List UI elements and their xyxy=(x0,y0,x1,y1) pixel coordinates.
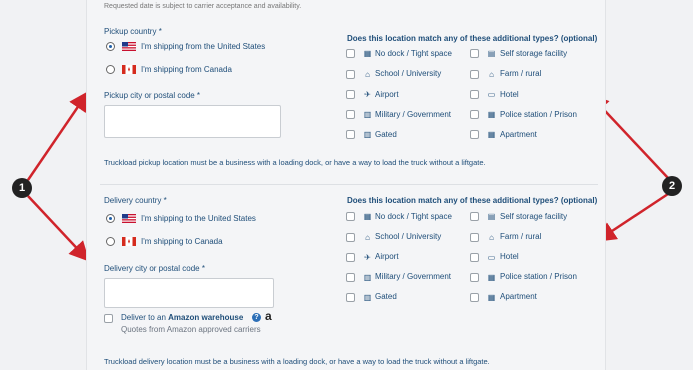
arrow-2-delivery xyxy=(595,192,669,242)
storage-icon: ▤ xyxy=(487,212,496,221)
delivery-ca-radio[interactable] xyxy=(106,237,115,246)
pickup-type-checkbox[interactable] xyxy=(470,130,479,139)
pickup-type-checkbox[interactable] xyxy=(346,130,355,139)
pickup-city-label: Pickup city or postal code * xyxy=(104,91,201,100)
pickup-type-label: School / University xyxy=(375,69,442,78)
government-icon: ▥ xyxy=(363,273,372,282)
arrow-1-pickup xyxy=(26,90,89,181)
amazon-prefix: Deliver to an xyxy=(121,313,166,322)
pickup-ca-radio[interactable] xyxy=(106,65,115,74)
section-divider xyxy=(100,184,598,185)
pickup-type-label: Farm / rural xyxy=(500,69,542,78)
canada-flag-icon xyxy=(122,65,136,74)
delivery-type-label: No dock / Tight space xyxy=(375,212,452,221)
pickup-type-label: Military / Government xyxy=(375,110,452,119)
graduation-cap-icon: ⌂ xyxy=(365,70,370,79)
pickup-type-checkbox[interactable] xyxy=(470,90,479,99)
notice-text: Requested date is subject to carrier acc… xyxy=(104,3,302,10)
farm-icon: ⌂ xyxy=(489,70,494,79)
arrow-1-delivery xyxy=(27,195,90,262)
callout-1-badge: 1 xyxy=(12,178,32,198)
building-icon: ▦ xyxy=(363,212,372,221)
airplane-icon: ✈ xyxy=(364,253,371,262)
delivery-city-label: Delivery city or postal code * xyxy=(104,264,205,273)
pickup-us-radio[interactable] xyxy=(106,42,115,51)
us-flag-icon xyxy=(122,42,136,51)
delivery-type-checkbox[interactable] xyxy=(470,253,479,262)
gate-icon: ▥ xyxy=(363,130,372,139)
delivery-type-checkbox[interactable] xyxy=(470,293,479,302)
pickup-type-checkbox[interactable] xyxy=(470,49,479,58)
pickup-type-label: Hotel xyxy=(500,90,519,99)
graduation-cap-icon: ⌂ xyxy=(365,233,370,242)
pickup-city-input[interactable] xyxy=(104,105,281,138)
pickup-ca-label[interactable]: I'm shipping from Canada xyxy=(141,65,232,74)
pickup-country-label: Pickup country * xyxy=(104,27,162,36)
canada-flag-icon xyxy=(122,237,136,246)
delivery-warning: Truckload delivery location must be a bu… xyxy=(104,357,490,366)
delivery-country-label: Delivery country * xyxy=(104,196,167,205)
delivery-type-checkbox[interactable] xyxy=(470,273,479,282)
delivery-type-label: Police station / Prison xyxy=(500,272,577,281)
delivery-us-label[interactable]: I'm shipping to the United States xyxy=(141,214,256,223)
airplane-icon: ✈ xyxy=(364,90,371,99)
delivery-type-checkbox[interactable] xyxy=(346,273,355,282)
delivery-types-label: Does this location match any of these ad… xyxy=(347,196,598,205)
delivery-type-checkbox[interactable] xyxy=(470,233,479,242)
delivery-type-label: Airport xyxy=(375,252,399,261)
pickup-type-label: Gated xyxy=(375,130,397,139)
pickup-type-label: Apartment xyxy=(500,130,537,139)
help-icon[interactable]: ? xyxy=(252,313,261,322)
bed-icon: ▭ xyxy=(487,90,496,99)
pickup-type-checkbox[interactable] xyxy=(470,110,479,119)
delivery-us-radio[interactable] xyxy=(106,214,115,223)
delivery-city-input[interactable] xyxy=(104,278,274,308)
amazon-warehouse-link[interactable]: Amazon warehouse xyxy=(168,313,243,322)
delivery-type-checkbox[interactable] xyxy=(470,212,479,221)
pickup-type-checkbox[interactable] xyxy=(346,90,355,99)
building-icon: ▦ xyxy=(363,49,372,58)
storage-icon: ▤ xyxy=(487,49,496,58)
pickup-type-label: Self storage facility xyxy=(500,49,568,58)
apartment-icon: ▦ xyxy=(487,293,496,302)
pickup-type-label: No dock / Tight space xyxy=(375,49,452,58)
amazon-logo-icon: a xyxy=(265,309,272,323)
police-icon: ▦ xyxy=(487,273,496,282)
delivery-type-checkbox[interactable] xyxy=(346,293,355,302)
pickup-warning: Truckload pickup location must be a busi… xyxy=(104,158,486,167)
pickup-type-label: Airport xyxy=(375,90,399,99)
amazon-subtext: Quotes from Amazon approved carriers xyxy=(121,325,261,334)
amazon-warehouse-checkbox[interactable] xyxy=(104,314,113,323)
government-icon: ▥ xyxy=(363,110,372,119)
delivery-type-label: Self storage facility xyxy=(500,212,568,221)
callout-2-badge: 2 xyxy=(662,176,682,196)
delivery-type-label: Military / Government xyxy=(375,272,452,281)
pickup-type-checkbox[interactable] xyxy=(470,70,479,79)
us-flag-icon xyxy=(122,214,136,223)
delivery-ca-label[interactable]: I'm shipping to Canada xyxy=(141,237,223,246)
delivery-type-checkbox[interactable] xyxy=(346,233,355,242)
pickup-type-checkbox[interactable] xyxy=(346,49,355,58)
delivery-type-label: School / University xyxy=(375,232,442,241)
pickup-us-label[interactable]: I'm shipping from the United States xyxy=(141,42,265,51)
police-icon: ▦ xyxy=(487,110,496,119)
farm-icon: ⌂ xyxy=(489,233,494,242)
delivery-type-label: Farm / rural xyxy=(500,232,542,241)
pickup-type-label: Police station / Prison xyxy=(500,110,577,119)
delivery-type-label: Gated xyxy=(375,292,397,301)
bed-icon: ▭ xyxy=(487,253,496,262)
apartment-icon: ▦ xyxy=(487,130,496,139)
pickup-type-checkbox[interactable] xyxy=(346,110,355,119)
delivery-type-checkbox[interactable] xyxy=(346,253,355,262)
delivery-type-label: Hotel xyxy=(500,252,519,261)
delivery-type-checkbox[interactable] xyxy=(346,212,355,221)
delivery-type-label: Apartment xyxy=(500,292,537,301)
pickup-types-label: Does this location match any of these ad… xyxy=(347,34,598,43)
gate-icon: ▥ xyxy=(363,293,372,302)
pickup-type-checkbox[interactable] xyxy=(346,70,355,79)
amazon-option: Deliver to an Amazon warehouse xyxy=(121,313,243,322)
